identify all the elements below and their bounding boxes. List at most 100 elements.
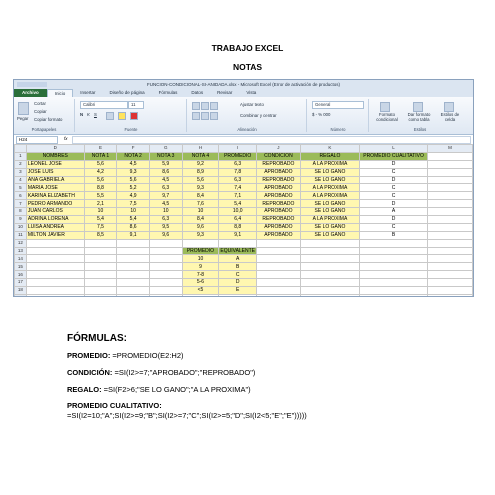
grid-cell[interactable] (116, 293, 150, 296)
format-table-button[interactable]: Dar formato como tabla (404, 112, 434, 122)
column-header-e[interactable]: E (83, 144, 118, 153)
grid-cell[interactable] (427, 278, 473, 288)
grid-cell[interactable]: MILTON JAVIER (25, 230, 85, 240)
grid-cell[interactable]: 6,3 (148, 183, 183, 193)
column-header-g[interactable]: G (148, 144, 183, 153)
grid-cell[interactable] (427, 159, 473, 169)
grid-cell[interactable]: 6,3 (218, 175, 258, 185)
tab-diseno-pagina[interactable]: Diseño de página (103, 89, 152, 97)
conditional-format-icon[interactable] (380, 102, 390, 112)
grid-cell[interactable]: <5 (181, 286, 220, 295)
paste-button[interactable]: Pegar (17, 116, 28, 121)
grid-cell[interactable]: A (359, 207, 428, 217)
grid-cell[interactable]: 9 (181, 262, 220, 272)
cell-styles-icon[interactable] (444, 102, 454, 112)
grid-cell[interactable] (116, 246, 150, 256)
grid-cell[interactable]: NOTA 2 (116, 151, 150, 161)
grid-cell[interactable] (427, 222, 473, 232)
grid-cell[interactable]: 9,3 (116, 167, 150, 177)
grid-cell[interactable] (299, 238, 361, 248)
borders-icon[interactable] (106, 112, 114, 120)
select-all-corner[interactable] (14, 144, 27, 153)
grid-cell[interactable] (427, 270, 473, 280)
grid-cell[interactable] (427, 215, 473, 224)
grid-cell[interactable]: 5,6 (181, 175, 220, 185)
grid-cell[interactable] (218, 238, 258, 248)
grid-cell[interactable]: 10,0 (218, 207, 258, 217)
grid-cell[interactable] (148, 246, 183, 256)
grid-cell[interactable] (83, 286, 118, 295)
grid-cell[interactable]: JUAN CARLOS (25, 207, 85, 217)
grid-cell[interactable]: SE LO GANO (299, 207, 361, 217)
format-painter-button[interactable]: Copiar formato (34, 117, 62, 122)
row-header[interactable]: 1 (14, 151, 27, 161)
grid-cell[interactable]: 5,2 (116, 183, 150, 193)
row-header[interactable]: 12 (14, 238, 27, 248)
grid-cell[interactable] (148, 238, 183, 248)
grid-cell[interactable] (427, 207, 473, 217)
grid-cell[interactable]: REGALO (299, 151, 361, 161)
grid-cell[interactable]: KARINA ELIZABETH (25, 191, 85, 201)
copy-button[interactable]: Copiar (34, 109, 47, 114)
row-header[interactable]: 5 (14, 183, 27, 193)
row-header[interactable]: 3 (14, 167, 27, 177)
grid-cell[interactable]: CONDICIÓN (256, 151, 301, 161)
fill-color-icon[interactable] (118, 112, 126, 120)
grid-cell[interactable] (83, 293, 118, 296)
grid-cell[interactable] (427, 175, 473, 185)
grid-cell[interactable]: SE LO GANO (299, 199, 361, 209)
grid-cell[interactable] (427, 262, 473, 272)
grid-cell[interactable] (148, 286, 183, 295)
grid-cell[interactable]: 2,1 (83, 199, 118, 209)
grid-cell[interactable]: LUISA ANDREA (25, 222, 85, 232)
grid-cell[interactable]: D (359, 175, 428, 185)
grid-cell[interactable] (116, 286, 150, 295)
grid-cell[interactable]: 5,4 (218, 199, 258, 209)
grid-cell[interactable]: APROBADO (256, 191, 301, 201)
format-table-icon[interactable] (413, 102, 423, 112)
grid-cell[interactable]: 9,3 (181, 183, 220, 193)
grid-cell[interactable] (256, 286, 301, 295)
grid-cell[interactable]: 4,5 (148, 199, 183, 209)
grid-cell[interactable]: APROBADO (256, 167, 301, 177)
grid-cell[interactable] (359, 238, 428, 248)
grid-cell[interactable] (299, 254, 361, 264)
grid-cell[interactable]: REPROBADO (256, 175, 301, 185)
grid-cell[interactable] (25, 270, 85, 280)
grid-cell[interactable] (299, 293, 361, 296)
grid-cell[interactable]: PROMEDIO (181, 246, 220, 256)
grid-cell[interactable]: D (359, 159, 428, 169)
grid-cell[interactable]: MARIA JOSE (25, 183, 85, 193)
grid-cell[interactable] (256, 246, 301, 256)
grid-cell[interactable]: SE LO GANO (299, 222, 361, 232)
grid-cell[interactable] (148, 270, 183, 280)
grid-cell[interactable]: A (218, 254, 258, 264)
grid-cell[interactable]: 6,3 (148, 215, 183, 224)
column-header-i[interactable]: I (218, 144, 258, 153)
formula-input[interactable] (72, 136, 471, 144)
row-header[interactable]: 11 (14, 230, 27, 240)
tab-revisar[interactable]: Revisar (210, 89, 239, 97)
grid-cell[interactable]: 5,6 (83, 175, 118, 185)
grid-cell[interactable] (148, 262, 183, 272)
grid-cell[interactable] (299, 246, 361, 256)
grid-cell[interactable] (299, 286, 361, 295)
grid-cell[interactable]: 7-8 (181, 270, 220, 280)
grid-cell[interactable]: 10 (116, 207, 150, 217)
column-header-l[interactable]: L (359, 144, 428, 153)
grid-cell[interactable]: 5,5 (83, 191, 118, 201)
grid-cell[interactable]: 10 (83, 207, 118, 217)
grid-cell[interactable]: PROMEDIO CUALITATIVO (359, 151, 428, 161)
currency-icon[interactable]: $ - % 000 (312, 112, 330, 117)
number-format-select[interactable]: General (312, 101, 364, 109)
grid-cell[interactable]: D (359, 199, 428, 209)
grid-cell[interactable] (359, 270, 428, 280)
row-header[interactable]: 17 (14, 278, 27, 288)
grid-cell[interactable] (25, 286, 85, 295)
italic-icon[interactable]: K (87, 112, 90, 117)
grid-cell[interactable]: NOTA 3 (148, 151, 183, 161)
grid-cell[interactable]: 8,6 (148, 167, 183, 177)
grid-cell[interactable]: APROBADO (256, 207, 301, 217)
cell-styles-button[interactable]: Estilos de celda (436, 112, 464, 122)
row-header[interactable]: 8 (14, 207, 27, 217)
